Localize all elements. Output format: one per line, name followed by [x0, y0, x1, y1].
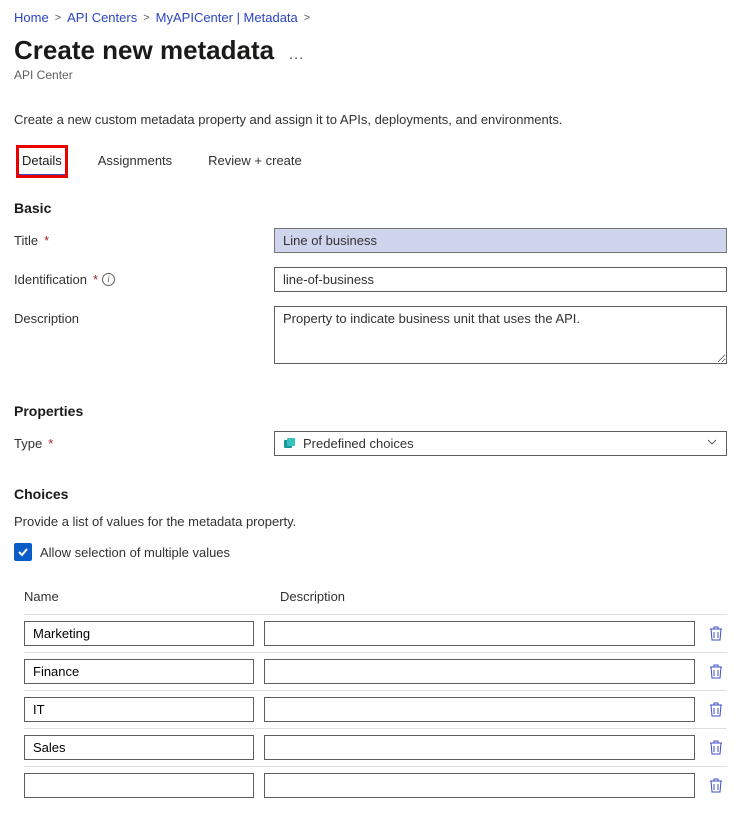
choice-row — [24, 614, 727, 652]
chevron-right-icon: > — [55, 12, 61, 24]
tab-details[interactable]: Details — [18, 147, 66, 176]
column-name-header: Name — [24, 589, 280, 604]
allow-multiple-checkbox[interactable] — [14, 543, 32, 561]
delete-choice-button[interactable] — [705, 702, 727, 718]
breadcrumb-home[interactable]: Home — [14, 10, 49, 25]
breadcrumb-api-centers[interactable]: API Centers — [67, 10, 137, 25]
choice-row — [24, 766, 727, 804]
choice-row — [24, 728, 727, 766]
chevron-right-icon: > — [304, 12, 310, 24]
choice-name-input[interactable] — [24, 621, 254, 646]
type-label: Type* — [14, 431, 274, 451]
predefined-choices-icon — [283, 437, 297, 451]
column-description-header: Description — [280, 589, 727, 604]
tab-assignments[interactable]: Assignments — [94, 147, 176, 176]
delete-choice-button[interactable] — [705, 778, 727, 794]
choice-description-input[interactable] — [264, 621, 695, 646]
chevron-down-icon — [706, 436, 718, 451]
identification-label: Identification* i — [14, 267, 274, 287]
basic-heading: Basic — [14, 200, 727, 216]
breadcrumb-metadata[interactable]: MyAPICenter | Metadata — [156, 10, 298, 25]
page-title: Create new metadata — [14, 35, 274, 66]
choice-description-input[interactable] — [264, 735, 695, 760]
choices-table: Name Description — [14, 589, 727, 804]
properties-heading: Properties — [14, 403, 727, 419]
choice-name-input[interactable] — [24, 735, 254, 760]
type-select[interactable]: Predefined choices — [274, 431, 727, 456]
choice-name-input[interactable] — [24, 659, 254, 684]
choice-row — [24, 652, 727, 690]
page-subtitle: API Center — [14, 68, 727, 82]
choice-row — [24, 690, 727, 728]
choice-description-input[interactable] — [264, 773, 695, 798]
delete-choice-button[interactable] — [705, 664, 727, 680]
tabs: Details Assignments Review + create — [14, 147, 727, 176]
choice-description-input[interactable] — [264, 659, 695, 684]
intro-text: Create a new custom metadata property an… — [14, 112, 727, 127]
delete-choice-button[interactable] — [705, 740, 727, 756]
choice-name-input[interactable] — [24, 697, 254, 722]
title-label: Title* — [14, 228, 274, 248]
title-input[interactable] — [274, 228, 727, 253]
info-icon[interactable]: i — [102, 273, 115, 286]
allow-multiple-label: Allow selection of multiple values — [40, 545, 230, 560]
choice-description-input[interactable] — [264, 697, 695, 722]
choices-heading: Choices — [14, 486, 727, 502]
tab-review-create[interactable]: Review + create — [204, 147, 306, 176]
type-value: Predefined choices — [303, 436, 414, 451]
breadcrumb: Home > API Centers > MyAPICenter | Metad… — [14, 10, 727, 25]
more-options-button[interactable]: … — [288, 46, 306, 64]
choice-name-input[interactable] — [24, 773, 254, 798]
identification-input[interactable] — [274, 267, 727, 292]
delete-choice-button[interactable] — [705, 626, 727, 642]
description-input[interactable] — [274, 306, 727, 364]
description-label: Description — [14, 306, 274, 326]
choices-description: Provide a list of values for the metadat… — [14, 514, 727, 529]
chevron-right-icon: > — [143, 12, 149, 24]
